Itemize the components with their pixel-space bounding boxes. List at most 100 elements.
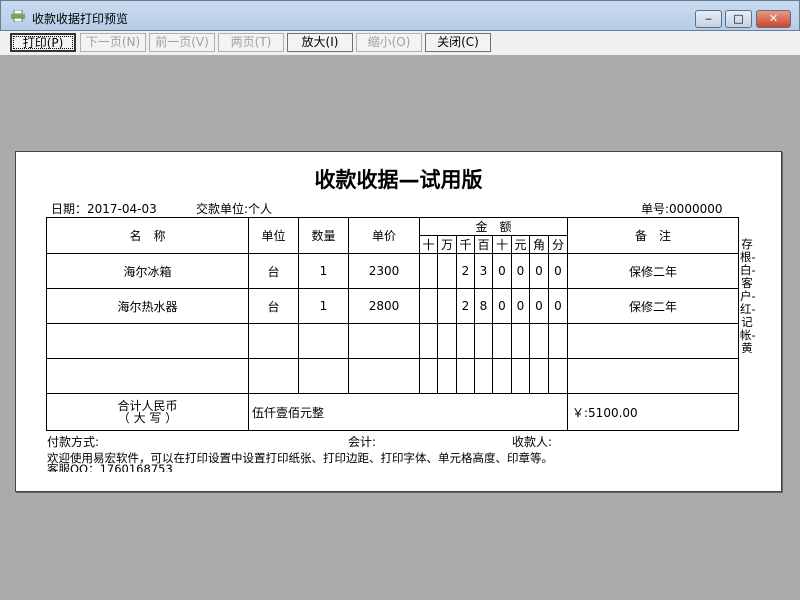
amount-digit [437, 253, 457, 289]
table-row: 海尔冰箱台 1 2300 2 3 0 0 0 0 保修二年 [46, 253, 739, 289]
amount-digit: 0 [548, 288, 568, 324]
item-name: 海尔热水器 [46, 288, 249, 324]
next-page-button[interactable]: 下一页(N) [80, 33, 146, 52]
accountant: 会计: [348, 435, 377, 449]
amount-digit [419, 323, 438, 359]
payment-method: 付款方式: [47, 435, 100, 449]
digit-header: 千 [456, 235, 475, 254]
item-qty [298, 323, 349, 359]
copy-color-legend: 存根-白-客户-红-记帐-黄 [740, 237, 756, 355]
receipt-title: 收款收据—试用版 [314, 168, 483, 192]
total-label-line2: （ 大 写 ） [117, 411, 178, 425]
amount-digit [492, 323, 512, 359]
printer-icon [11, 10, 25, 22]
total-label: 合计人民币（ 大 写 ） [46, 393, 249, 431]
amount-digit [474, 358, 493, 394]
item-price [348, 358, 420, 394]
header-unit: 单位 [248, 217, 299, 254]
header-remark: 备 注 [567, 217, 739, 254]
item-price: 2800 [348, 288, 420, 324]
title-bar: 收款收据打印预览 ‒ □ ✕ [0, 0, 800, 31]
amount-digit [419, 288, 438, 324]
item-qty: 1 [298, 253, 349, 289]
receiver: 收款人: [512, 435, 553, 449]
amount-digit: 2 [456, 253, 475, 289]
amount-digit: 3 [474, 253, 493, 289]
total-amount: ￥:5100.00 [567, 393, 739, 431]
item-price: 2300 [348, 253, 420, 289]
close-button[interactable]: 关闭(C) [425, 33, 491, 52]
minimize-button[interactable]: ‒ [695, 10, 722, 28]
digit-header: 元 [511, 235, 530, 254]
table-row [46, 358, 739, 394]
digit-header: 角 [529, 235, 549, 254]
amount-digit: 2 [456, 288, 475, 324]
item-unit: 台 [248, 288, 299, 324]
toolbar: 打印(P) 下一页(N) 前一页(V) 两页(T) 放大(I) 缩小(O) 关闭… [0, 31, 800, 55]
amount-digit: 0 [529, 288, 549, 324]
amount-digit [419, 358, 438, 394]
amount-digit [437, 358, 457, 394]
zoom-in-button[interactable]: 放大(I) [287, 33, 353, 52]
table-row [46, 323, 739, 359]
amount-digit [548, 323, 568, 359]
payer: 交款单位:个人 [196, 202, 273, 216]
zoom-out-button[interactable]: 缩小(O) [356, 33, 422, 52]
item-remark [567, 323, 739, 359]
contact-text: 客服QQ：1760168753 [47, 463, 173, 472]
amount-digit: 0 [492, 288, 512, 324]
digit-header: 十 [492, 235, 512, 254]
prev-page-button[interactable]: 前一页(V) [149, 33, 215, 52]
item-remark: 保修二年 [567, 253, 739, 289]
amount-digit [511, 323, 530, 359]
header-amount: 金 额 [419, 217, 568, 236]
amount-digit: 0 [529, 253, 549, 289]
item-remark [567, 358, 739, 394]
item-name: 海尔冰箱 [46, 253, 249, 289]
item-remark: 保修二年 [567, 288, 739, 324]
amount-digit [474, 323, 493, 359]
amount-digit [492, 358, 512, 394]
amount-digit [548, 358, 568, 394]
item-unit [248, 358, 299, 394]
amount-digit [419, 253, 438, 289]
digit-header: 十 [419, 235, 438, 254]
window-title: 收款收据打印预览 [32, 12, 129, 26]
receipt-date: 日期：2017-04-03 [51, 202, 157, 216]
amount-digit: 0 [511, 253, 530, 289]
item-name [46, 323, 249, 359]
table-row: 海尔热水器台 1 2800 2 8 0 0 0 0 保修二年 [46, 288, 739, 324]
header-name: 名 称 [46, 217, 249, 254]
amount-digit: 0 [548, 253, 568, 289]
header-row: 名 称 单位 数量 单价 金 额 备 注 [46, 217, 739, 254]
item-unit [248, 323, 299, 359]
amount-digit: 0 [492, 253, 512, 289]
digit-header: 百 [474, 235, 493, 254]
amount-digit [511, 358, 530, 394]
amount-digit [437, 323, 457, 359]
amount-digit [529, 323, 549, 359]
header-qty: 数量 [298, 217, 349, 254]
item-price [348, 323, 420, 359]
total-words: 伍仟壹佰元整 [248, 393, 568, 431]
amount-digit: 8 [474, 288, 493, 324]
total-row: 合计人民币（ 大 写 ） 伍仟壹佰元整 ￥:5100.00 [46, 393, 739, 431]
maximize-button[interactable]: □ [725, 10, 752, 28]
item-name [46, 358, 249, 394]
digit-header: 分 [548, 235, 568, 254]
amount-digit [529, 358, 549, 394]
amount-digit [437, 288, 457, 324]
item-qty: 1 [298, 288, 349, 324]
digit-header: 万 [437, 235, 457, 254]
two-pages-button[interactable]: 两页(T) [218, 33, 284, 52]
receipt-number: 单号:0000000 [641, 202, 723, 216]
receipt-table: 名 称 单位 数量 单价 金 额 备 注 十万千百十元角分 海尔冰箱台 1 2300… [46, 217, 739, 431]
header-price: 单价 [348, 217, 420, 254]
amount-digit [456, 358, 475, 394]
close-window-button[interactable]: ✕ [756, 10, 791, 28]
item-qty [298, 358, 349, 394]
item-unit: 台 [248, 253, 299, 289]
print-button[interactable]: 打印(P) [10, 33, 76, 52]
amount-digit [456, 323, 475, 359]
amount-digit: 0 [511, 288, 530, 324]
